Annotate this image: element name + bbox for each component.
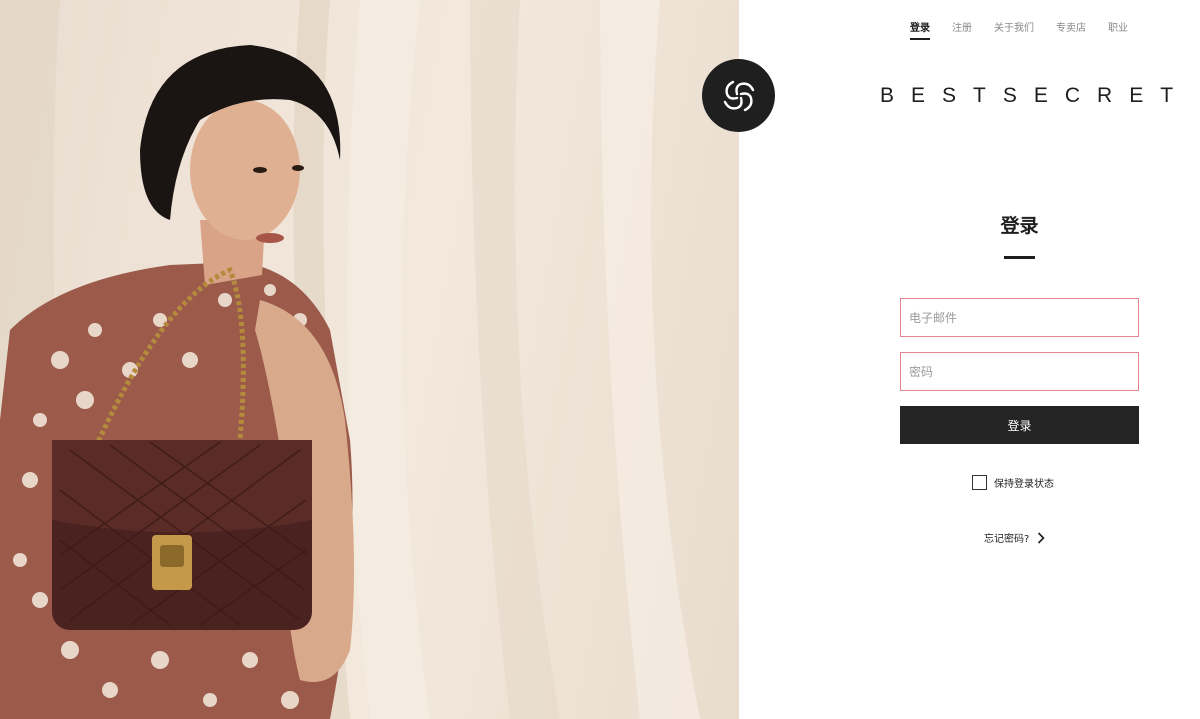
remember-checkbox[interactable]	[972, 475, 987, 490]
nav-item-register[interactable]: 注册	[952, 19, 972, 38]
title-divider	[1004, 256, 1035, 259]
hero-image	[0, 0, 739, 719]
login-button[interactable]: 登录	[900, 406, 1139, 444]
brand-wordmark[interactable]: BESTSECRET	[880, 84, 1190, 108]
email-field[interactable]	[900, 298, 1139, 337]
top-nav: 登录 注册 关于我们 专卖店 职业	[910, 19, 1128, 40]
forgot-password-link[interactable]: 忘记密码?	[984, 530, 1045, 545]
chevron-right-icon	[1038, 531, 1045, 544]
remember-label: 保持登录状态	[994, 479, 1054, 490]
password-input[interactable]	[901, 353, 1138, 390]
email-input[interactable]	[901, 299, 1138, 336]
forgot-password-label: 忘记密码?	[984, 534, 1030, 545]
nav-item-about[interactable]: 关于我们	[994, 19, 1034, 38]
password-field[interactable]	[900, 352, 1139, 391]
brand-logo[interactable]	[702, 59, 775, 132]
hero-illustration	[0, 0, 700, 719]
nav-item-careers[interactable]: 职业	[1108, 19, 1128, 38]
login-title: 登录	[1000, 215, 1039, 237]
nav-item-login[interactable]: 登录	[910, 19, 930, 40]
remember-me[interactable]: 保持登录状态	[972, 475, 1054, 490]
bestsecret-knot-logo-icon	[723, 80, 754, 111]
nav-item-stores[interactable]: 专卖店	[1056, 19, 1086, 38]
